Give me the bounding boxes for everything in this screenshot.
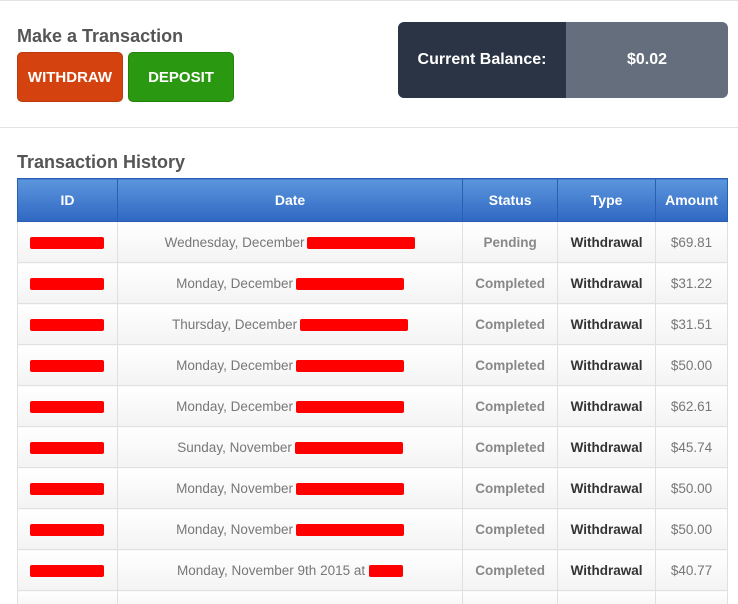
cell-type: Withdrawal [557,344,657,386]
column-header-type: Type [557,178,657,222]
table-row: Sunday, November Completed Withdrawal $45.7… [17,426,728,468]
date-text: Monday, December [176,398,293,414]
cell-id [17,344,118,386]
redacted-date [295,400,404,413]
redacted-date [295,523,404,536]
table-row: Wednesday, December Pending Withdrawal $69.… [17,221,728,263]
cell-status: Completed [462,344,559,386]
transaction-table: ID Date Status Type Amount Wednesday, De… [17,178,728,604]
current-balance-box: Current Balance: $0.02 [398,22,728,98]
cell-status: Completed [462,426,559,468]
table-row: Monday, November 9th 2015 at Completed Wit… [17,549,728,591]
cell-id [17,303,118,345]
cell-date: Sunday, November [116,426,464,468]
cell-amount: $45.74 [655,426,728,468]
cell-id [17,549,118,591]
redacted-date [307,236,416,249]
cell-status: Completed [462,385,559,427]
cell-id [17,262,118,304]
cell-date: Wednesday, December [116,221,464,263]
cell-date: Monday, December [116,385,464,427]
cell-id [17,508,118,550]
date-text: Monday, December [176,275,293,291]
transaction-history-title: Transaction History [17,152,186,172]
cell-date: Monday, December [116,262,464,304]
cell-status: Completed [462,262,559,304]
date-text: Monday, December [176,357,293,373]
cell-amount: $40.77 [655,549,728,591]
cell-id [17,221,118,263]
cell-amount: $50.00 [655,344,728,386]
cell-date: Monday, November 9th 2015 at [116,549,464,591]
transaction-panel: Make a Transaction WITHDRAW DEPOSIT Curr… [0,0,738,128]
cell-status: Pending [462,221,559,263]
balance-value: $0.02 [566,22,728,98]
redacted-id [30,523,105,536]
cell-id [17,426,118,468]
cell-type: Withdrawal [557,385,657,427]
date-text: Monday, November 9th 2015 at [177,562,366,578]
cell-amount: $62.61 [655,385,728,427]
cell-type: Withdrawal [557,508,657,550]
date-text: Monday, November [176,521,293,537]
column-header-status: Status [462,178,559,222]
redacted-id [30,441,105,454]
redacted-id [30,277,105,290]
cell-type: Withdrawal [557,467,657,509]
date-text: Thursday, December [172,316,298,332]
cell-status: Completed [462,303,559,345]
redacted-date [300,318,409,331]
table-row: Monday, December Completed Withdrawal $50.0… [17,344,728,386]
cell-type: Withdrawal [557,303,657,345]
cell-amount: $50.00 [655,467,728,509]
redacted-date [295,482,404,495]
cell-type: Withdrawal [557,221,657,263]
redacted-id [30,482,105,495]
cell-type: Withdrawal [557,262,657,304]
table-row: Thursday, December Completed Withdrawal $31… [17,303,728,345]
table-row: Monday, November Completed Withdrawal $50.0… [17,467,728,509]
table-row: Monday, November Completed Withdrawal $50.0… [17,508,728,550]
make-transaction-title: Make a Transaction [17,26,184,46]
redacted-date [295,359,404,372]
table-row: Monday, December Completed Withdrawal $31.2… [17,262,728,304]
cell-id [17,385,118,427]
redacted-id [30,564,105,577]
table-row: Monday, December Completed Withdrawal $62.6… [17,385,728,427]
redacted-date [295,277,404,290]
column-header-id: ID [17,178,118,222]
cell-amount: $69.81 [655,221,728,263]
deposit-button[interactable]: DEPOSIT [128,52,234,102]
withdraw-button[interactable]: WITHDRAW [17,52,123,102]
redacted-id [30,236,105,249]
cell-status: Completed [462,549,559,591]
redacted-id [30,359,105,372]
cell-type: Withdrawal [557,549,657,591]
redacted-id [30,318,105,331]
cell-amount: $31.51 [655,303,728,345]
balance-label: Current Balance: [398,22,566,98]
date-text: Sunday, November [177,439,292,455]
redacted-id [30,400,105,413]
cell-date: Monday, December [116,344,464,386]
cell-amount: $31.22 [655,262,728,304]
cell-id [17,467,118,509]
cell-date: Monday, November [116,467,464,509]
date-text: Monday, November [176,480,293,496]
cell-amount: $50.00 [655,508,728,550]
column-header-date: Date [116,178,464,222]
cell-type: Withdrawal [557,426,657,468]
cell-date: Monday, November [116,508,464,550]
redacted-date [294,441,403,454]
table-header-row: ID Date Status Type Amount [17,178,728,222]
redacted-date [369,564,404,577]
date-text: Wednesday, December [164,234,305,250]
column-header-amount: Amount [655,178,728,222]
cell-status: Completed [462,508,559,550]
cell-status: Completed [462,467,559,509]
table-row [17,590,728,604]
cell-date: Thursday, December [116,303,464,345]
